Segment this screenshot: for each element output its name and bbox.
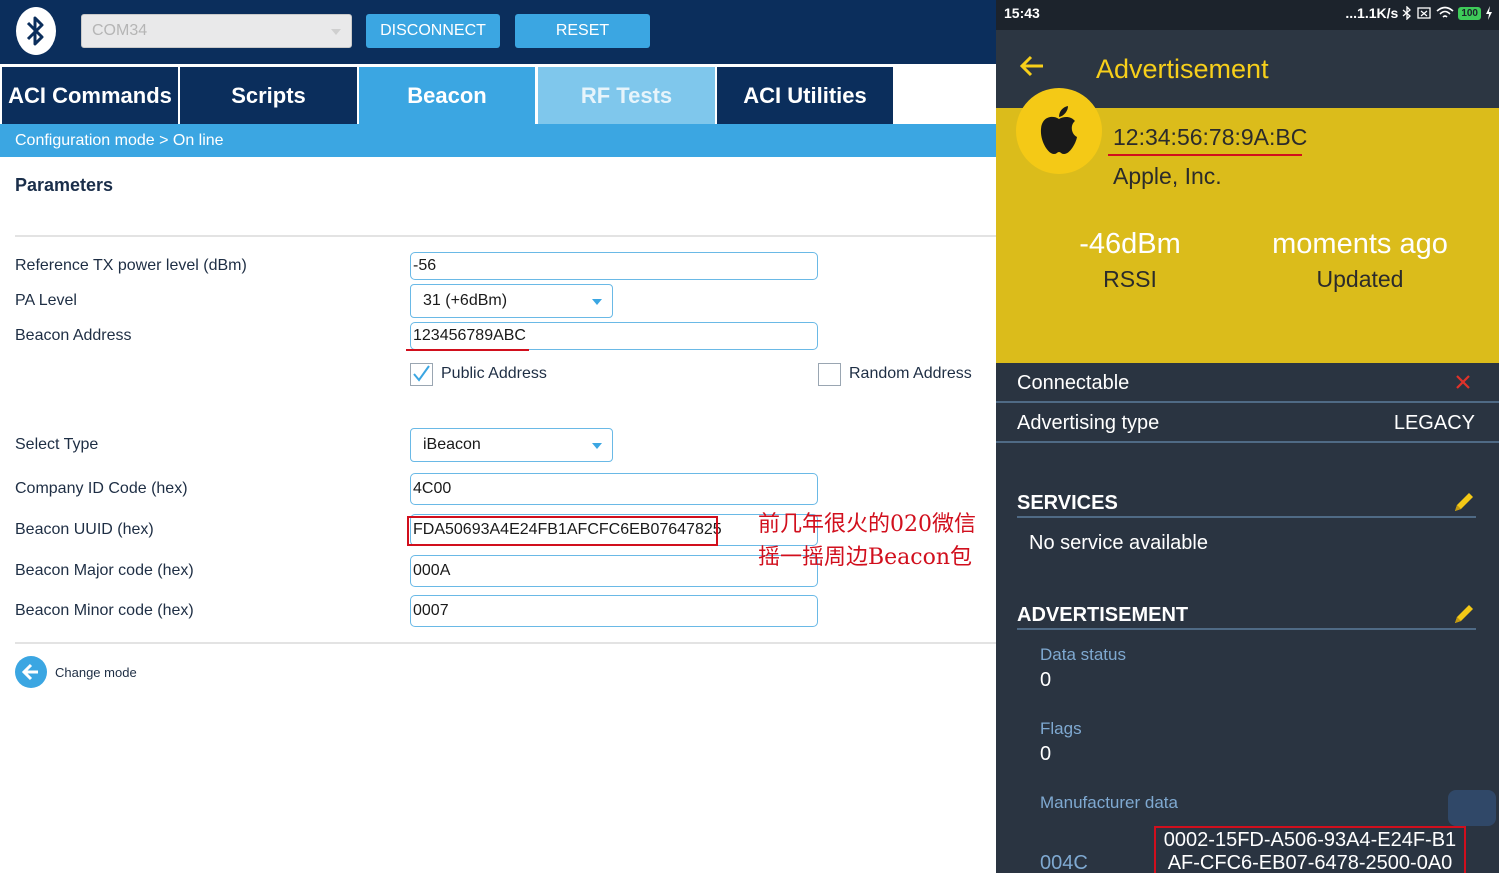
- tab-beacon[interactable]: Beacon: [359, 67, 535, 124]
- divider: [1017, 516, 1476, 518]
- bluetooth-icon: [16, 7, 56, 55]
- highlight-underline: [1108, 154, 1302, 156]
- rssi-label: RSSI: [1103, 266, 1157, 292]
- tx-power-input[interactable]: -56: [410, 252, 818, 280]
- battery-icon: 100: [1458, 6, 1481, 20]
- uuid-label: Beacon UUID (hex): [15, 521, 154, 538]
- edit-pencil-icon[interactable]: [1451, 489, 1477, 515]
- charging-icon: [1486, 6, 1492, 20]
- select-type-dropdown[interactable]: iBeacon: [410, 428, 613, 462]
- beacon-address-input[interactable]: 123456789ABC: [410, 322, 818, 350]
- status-icons: ...1.1K/s 100: [1345, 5, 1493, 21]
- annotation-line-2: 摇一摇周边Beacon包: [758, 545, 973, 570]
- bluetooth-icon: [1402, 6, 1412, 20]
- divider: [15, 642, 996, 644]
- tx-power-label: Reference TX power level (dBm): [15, 257, 247, 274]
- services-empty-text: No service available: [1029, 532, 1208, 554]
- main-tabs: ACI Commands Scripts Beacon RF Tests ACI…: [0, 67, 996, 124]
- services-heading: SERVICES: [1017, 492, 1118, 514]
- top-toolbar: COM34 DISCONNECT RESET: [0, 0, 996, 64]
- device-mac-address: 12:34:56:78:9A:BC: [1113, 124, 1308, 150]
- divider: [996, 401, 1499, 403]
- minor-input[interactable]: 0007: [410, 595, 818, 627]
- wifi-icon: [1436, 6, 1454, 18]
- beacon-address-label: Beacon Address: [15, 327, 132, 344]
- highlight-box: [407, 516, 718, 546]
- manufacturer-label: Manufacturer data: [1040, 793, 1178, 812]
- pa-level-label: PA Level: [15, 292, 77, 309]
- divider: [996, 441, 1499, 443]
- network-speed: ...1.1K/s: [1345, 5, 1399, 21]
- manufacturer-data-line-1: 0002-15FD-A506-93A4-E24F-B1: [1163, 829, 1457, 851]
- breadcrumb: Configuration mode > On line: [0, 124, 996, 157]
- major-label: Beacon Major code (hex): [15, 562, 194, 579]
- chevron-down-icon: [592, 443, 602, 449]
- arrow-left-icon: [15, 656, 47, 688]
- updated-value: moments ago: [1272, 228, 1448, 260]
- page-title: Advertisement: [1096, 54, 1269, 84]
- connectable-label: Connectable: [1017, 372, 1130, 394]
- flags-value: 0: [1040, 743, 1052, 765]
- company-id-input[interactable]: 4C00: [410, 473, 818, 505]
- random-address-checkbox[interactable]: [818, 363, 841, 386]
- com-port-value: COM34: [92, 22, 148, 39]
- manufacturer-id: 004C: [1040, 852, 1088, 873]
- manufacturer-data-value: 0002-15FD-A506-93A4-E24F-B1 AF-CFC6-EB07…: [1154, 826, 1466, 873]
- rssi-value: -46dBm: [1079, 228, 1181, 260]
- divider: [1017, 628, 1476, 630]
- select-type-value: iBeacon: [423, 436, 481, 453]
- checkmark-icon: [413, 365, 430, 382]
- apple-logo-icon: [1016, 88, 1102, 174]
- pa-level-value: 31 (+6dBm): [423, 292, 508, 309]
- status-bar: 15:43 ...1.1K/s 100: [996, 0, 1499, 30]
- watermark-badge: [1448, 790, 1496, 826]
- change-mode-label: Change mode: [55, 664, 137, 680]
- tab-rf-tests[interactable]: RF Tests: [538, 67, 715, 124]
- data-status-value: 0: [1040, 669, 1052, 691]
- flags-label: Flags: [1040, 719, 1082, 738]
- minor-label: Beacon Minor code (hex): [15, 602, 194, 619]
- select-type-label: Select Type: [15, 436, 99, 453]
- public-address-checkbox[interactable]: [410, 363, 433, 386]
- advertising-type-value: LEGACY: [1393, 412, 1475, 434]
- annotation-line-1: 前几年很火的020微信: [758, 512, 976, 537]
- parameters-heading: Parameters: [15, 175, 114, 195]
- reset-button[interactable]: RESET: [515, 14, 650, 48]
- company-id-label: Company ID Code (hex): [15, 480, 188, 497]
- tab-aci-utilities[interactable]: ACI Utilities: [717, 67, 893, 124]
- random-address-label: Random Address: [849, 365, 972, 382]
- back-arrow-icon[interactable]: [1018, 52, 1048, 82]
- tab-scripts[interactable]: Scripts: [180, 67, 357, 124]
- status-time: 15:43: [1004, 5, 1040, 21]
- pa-level-select[interactable]: 31 (+6dBm): [410, 284, 613, 318]
- updated-label: Updated: [1316, 266, 1404, 292]
- close-icon: [1456, 375, 1470, 389]
- public-address-label: Public Address: [441, 365, 547, 382]
- chevron-down-icon: [592, 299, 602, 305]
- advertisement-heading: ADVERTISEMENT: [1017, 604, 1189, 626]
- disconnect-button[interactable]: DISCONNECT: [366, 14, 500, 48]
- beacon-config-app: COM34 DISCONNECT RESET ACI Commands Scri…: [0, 0, 996, 873]
- highlight-underline: [406, 349, 529, 351]
- phone-screen: 15:43 ...1.1K/s 100 Advertisement 12:34:…: [996, 0, 1499, 873]
- major-input[interactable]: 000A: [410, 555, 818, 587]
- manufacturer-data-line-2: AF-CFC6-EB07-6478-2500-0A0: [1167, 852, 1453, 873]
- device-company: Apple, Inc.: [1113, 163, 1222, 189]
- data-status-label: Data status: [1040, 645, 1126, 664]
- annotation-note: 前几年很火的020微信 摇一摇周边Beacon包: [758, 508, 998, 574]
- chevron-down-icon: [331, 29, 341, 35]
- change-mode-button[interactable]: Change mode: [15, 656, 137, 688]
- edit-pencil-icon[interactable]: [1451, 601, 1477, 627]
- divider: [15, 235, 996, 237]
- device-header-card: 12:34:56:78:9A:BC Apple, Inc. -46dBm RSS…: [996, 88, 1499, 363]
- com-port-select[interactable]: COM34: [81, 14, 352, 48]
- advertising-type-label: Advertising type: [1017, 412, 1160, 434]
- tab-aci-commands[interactable]: ACI Commands: [2, 67, 178, 124]
- sim-icon: [1417, 7, 1431, 19]
